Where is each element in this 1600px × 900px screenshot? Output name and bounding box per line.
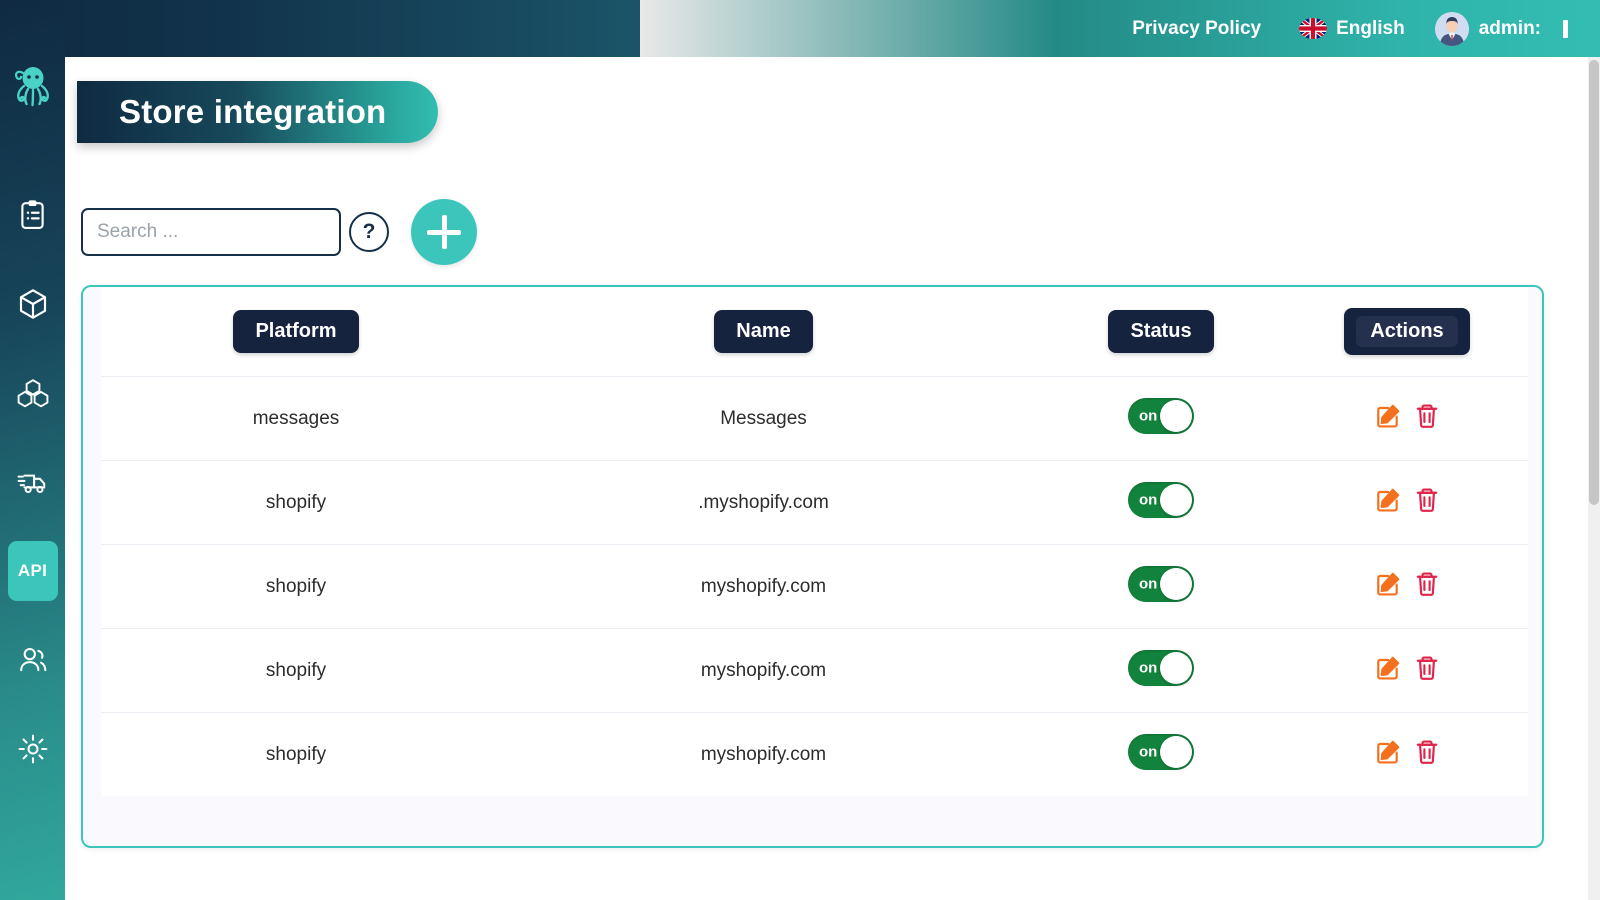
account-menu[interactable]: admin: [1434,11,1541,46]
add-integration-button[interactable] [411,199,477,265]
status-toggle[interactable]: on [1128,398,1194,434]
edit-pencil-icon[interactable] [1375,655,1401,681]
sidebar-item-orders[interactable] [0,170,65,259]
status-toggle-label: on [1139,491,1158,509]
edit-pencil-icon[interactable] [1375,487,1401,513]
column-header-actions-label: Actions [1356,316,1458,347]
trash-icon[interactable] [1415,487,1439,513]
gear-icon [10,723,56,775]
column-header-platform[interactable]: Platform [233,310,359,353]
sidebar-item-products[interactable] [0,259,65,348]
cell-name: myshopify.com [700,743,827,765]
sidebar-item-settings[interactable] [0,704,65,793]
plus-icon [427,215,461,249]
top-header-bar: Privacy Policy English admin: [0,0,1600,57]
cell-name: Messages [720,407,807,429]
account-label: admin: [1478,17,1541,39]
user-avatar-icon [1434,11,1469,46]
status-toggle[interactable]: on [1128,734,1194,770]
integrations-table: Platform Name Status Actions messages Me… [101,287,1528,796]
sidebar-item-label: API [17,560,48,580]
sidebar-item-customers[interactable] [0,615,65,704]
status-toggle[interactable]: on [1128,566,1194,602]
delivery-truck-icon [10,456,56,508]
table-header-row: Platform Name Status Actions [101,287,1528,376]
status-toggle-knob [1160,400,1192,432]
page-scrollbar-thumb[interactable] [1589,60,1599,505]
sidebar-item-shipping[interactable] [0,437,65,526]
table-row: shopify myshopify.com on [101,628,1528,712]
uk-flag-icon [1299,18,1328,39]
status-toggle-knob [1160,484,1192,516]
column-header-platform-cell: Platform [101,310,491,353]
sidebar-item-inventory[interactable] [0,348,65,437]
help-button[interactable]: ? [349,212,389,252]
privacy-policy-link[interactable]: Privacy Policy [1132,18,1261,40]
topbar-edge-marker [1563,19,1568,38]
boxes-stacked-icon [10,367,56,419]
trash-icon[interactable] [1415,739,1439,765]
main-content: Store integration ? Platform Name Status [65,57,1588,900]
column-header-status[interactable]: Status [1108,310,1214,353]
column-header-name-cell: Name [491,310,1036,353]
table-row: shopify myshopify.com on [101,544,1528,628]
edit-pencil-icon[interactable] [1375,403,1401,429]
api-icon: API [7,540,58,601]
cell-name: myshopify.com [700,575,827,597]
integrations-table-card: Platform Name Status Actions messages Me… [81,285,1544,848]
status-toggle-knob [1160,652,1192,684]
status-toggle-label: on [1139,659,1158,677]
cube-icon [10,278,56,330]
cell-platform: messages [252,407,340,429]
table-row: shopify myshopify.com on [101,712,1528,796]
toolbar: ? [81,199,477,265]
status-toggle[interactable]: on [1128,482,1194,518]
cell-name: myshopify.com [700,659,827,681]
status-toggle[interactable]: on [1128,650,1194,686]
column-header-status-cell: Status [1036,310,1286,353]
sidebar-item-api[interactable]: API [0,526,65,615]
status-toggle-knob [1160,568,1192,600]
column-header-actions[interactable]: Actions [1344,308,1470,355]
trash-icon[interactable] [1415,571,1439,597]
column-header-name[interactable]: Name [714,310,813,353]
status-toggle-label: on [1139,743,1158,761]
page-title-banner: Store integration [77,81,439,143]
cell-platform: shopify [265,575,327,597]
clipboard-list-icon [10,189,56,241]
status-toggle-label: on [1139,575,1158,593]
users-icon [10,634,56,686]
trash-icon[interactable] [1415,403,1439,429]
sidebar: API [0,0,65,900]
cell-platform: shopify [265,659,327,681]
cell-platform: shopify [265,743,327,765]
trash-icon[interactable] [1415,655,1439,681]
edit-pencil-icon[interactable] [1375,571,1401,597]
language-selector[interactable]: English [1299,18,1405,40]
page-title: Store integration [119,93,387,130]
table-row: shopify .myshopify.com on [101,460,1528,544]
edit-pencil-icon[interactable] [1375,739,1401,765]
cell-name: .myshopify.com [698,491,829,513]
table-row: messages Messages on [101,376,1528,460]
cell-platform: shopify [265,491,327,513]
column-header-actions-cell: Actions [1286,308,1528,355]
language-label: English [1336,17,1405,39]
status-toggle-label: on [1139,407,1158,425]
sidebar-nav: API [0,170,65,793]
status-toggle-knob [1160,736,1192,768]
search-input[interactable] [81,208,341,256]
octopus-logo-icon[interactable] [0,48,65,120]
